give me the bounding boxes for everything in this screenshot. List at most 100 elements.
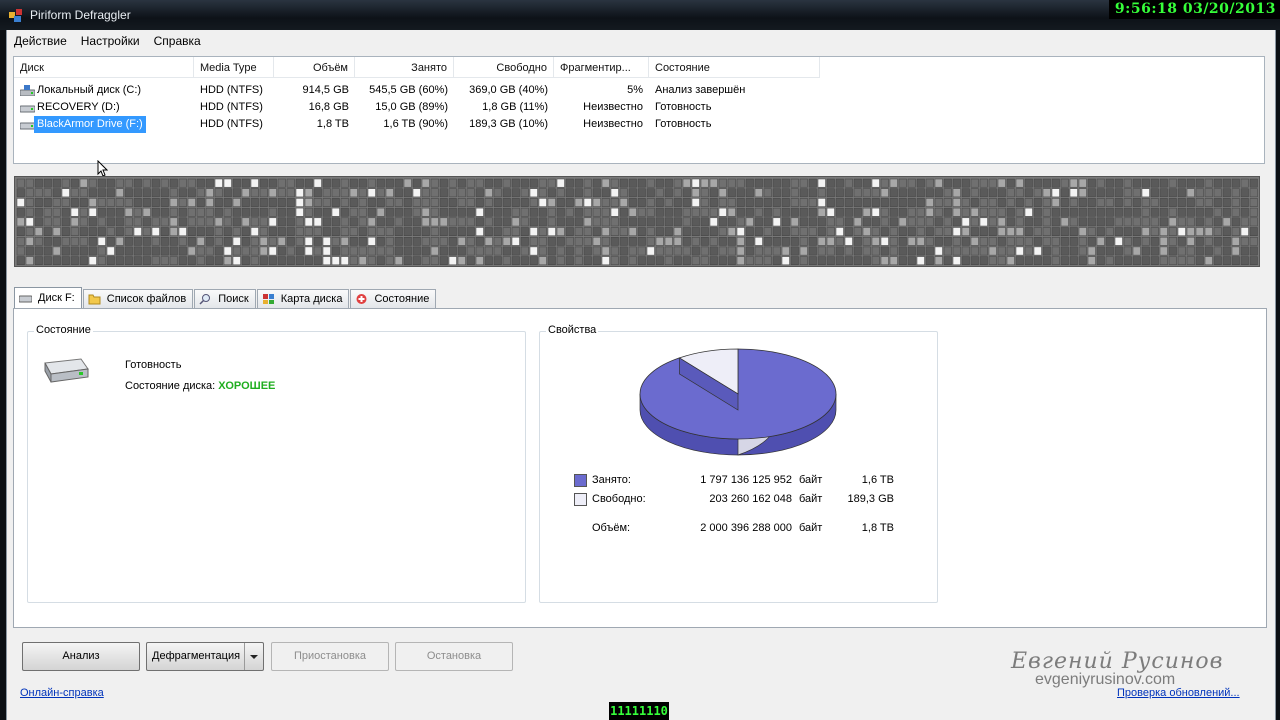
disk-map-block [880,246,889,256]
disk-map-block [1078,217,1087,227]
disk-map-block [556,178,565,188]
disk-map-block [880,178,889,188]
menu-settings[interactable]: Настройки [74,32,147,50]
disk-map-block [34,178,43,188]
disk-map-block [1051,227,1060,236]
disk-map-block [574,188,583,198]
disk-map-block [610,217,619,227]
tab-health[interactable]: Состояние [350,289,437,308]
tab-disk-map[interactable]: Карта диска [256,289,350,308]
disk-map-block [25,207,34,217]
disk-map-block [1186,217,1195,227]
disk-map-block [34,188,43,198]
disk-map-block [583,217,592,227]
disk-map-block [610,198,619,207]
drive-row[interactable]: RECOVERY (D:) HDD (NTFS) 16,8 GB 15,0 GB… [14,99,820,116]
disk-map-block [988,198,997,207]
disk-map-block [1060,178,1069,188]
disk-map-block [178,217,187,227]
drive-list[interactable]: Диск Media Type Объём Занято Свободно Фр… [13,56,1265,177]
disk-map-block [853,236,862,246]
disk-map-block [592,217,601,227]
disk-map-block [232,246,241,256]
disk-map-block [1132,217,1141,227]
disk-map-block [1150,256,1159,266]
disk-map-block [1150,207,1159,217]
disk-map-block [961,188,970,198]
disk-map-block [1204,256,1213,266]
disk-map-block [799,227,808,236]
disk-map-block [538,207,547,217]
column-free[interactable]: Свободно [454,57,554,77]
column-used[interactable]: Занято [355,57,454,77]
disk-map-block [430,207,439,217]
column-status[interactable]: Состояние [649,57,820,77]
disk-map-block [907,207,916,217]
disk-map-block [43,188,52,198]
column-disk[interactable]: Диск [14,57,194,77]
disk-map-block [871,198,880,207]
disk-map-block [997,207,1006,217]
tab-drive-f[interactable]: Диск F: [14,287,82,308]
disk-map-block [115,198,124,207]
disk-map-block [691,188,700,198]
disk-map-block [313,236,322,246]
tab-search[interactable]: Поиск [194,289,256,308]
menu-action[interactable]: Действие [7,32,74,50]
disk-map-block [808,227,817,236]
disk-map-block [412,246,421,256]
disk-map-block [178,246,187,256]
disk-map-block [358,207,367,217]
disk-map-block [421,188,430,198]
online-help-link[interactable]: Онлайн-справка [20,687,104,699]
disk-map-block [484,236,493,246]
drive-row-selected[interactable]: BlackArmor Drive (F:) HDD (NTFS) 1,8 TB … [14,116,820,133]
disk-map-block [133,198,142,207]
disk-map-block [547,246,556,256]
disk-map-block [835,246,844,256]
disk-map-block [70,178,79,188]
disk-usage-pie-chart [639,348,837,456]
disk-map-block [619,227,628,236]
check-updates-link[interactable]: Проверка обновлений... [1117,687,1240,699]
column-size[interactable]: Объём [274,57,355,77]
stop-button[interactable]: Остановка [395,642,513,671]
disk-map-block [205,207,214,217]
disk-map-block [466,246,475,256]
disk-map-block [709,256,718,266]
disk-map-block [1006,236,1015,246]
disk-map-block [754,188,763,198]
column-fragmentation[interactable]: Фрагментир... [554,57,649,77]
chevron-down-icon[interactable] [244,643,263,670]
disk-health-value: ХОРОШЕЕ [218,380,276,392]
tab-file-list[interactable]: Список файлов [82,289,194,308]
disk-map-block [295,256,304,266]
pause-button[interactable]: Приостановка [271,642,389,671]
disk-map-block [1096,227,1105,236]
disk-map-block [898,227,907,236]
analyze-button[interactable]: Анализ [22,642,140,671]
defrag-split-button[interactable]: Дефрагментация [146,642,264,671]
disk-map-block [187,236,196,246]
legend-human-size: 1,8 TB [861,522,894,534]
disk-map-block [862,207,871,217]
disk-map-block [637,256,646,266]
disk-map-block [88,198,97,207]
disk-map-block [295,188,304,198]
disk-map-block [367,198,376,207]
disk-map-block [115,246,124,256]
disk-map-block [637,188,646,198]
disk-map-block [727,256,736,266]
disk-map-block [1240,178,1249,188]
drive-row[interactable]: Локальный диск (C:) HDD (NTFS) 914,5 GB … [14,82,820,99]
menu-help[interactable]: Справка [147,32,208,50]
disk-map-block [403,227,412,236]
disk-map-block [250,227,259,236]
disk-map-block [322,207,331,217]
disk-map-block [358,178,367,188]
disk-map-block [169,198,178,207]
disk-map-block [1006,217,1015,227]
drive-media: HDD (NTFS) [200,84,263,96]
column-media-type[interactable]: Media Type [194,57,274,77]
disk-map-block [790,188,799,198]
